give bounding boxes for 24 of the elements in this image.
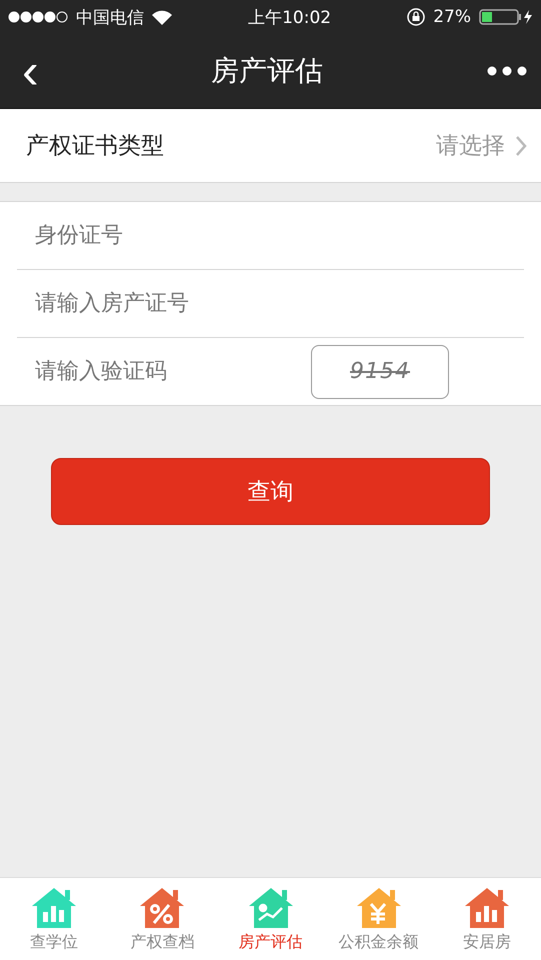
tab-item[interactable]: 查学位 [0,878,108,960]
cert-type-value: 请选择 [436,132,505,161]
tab-item[interactable]: 安居房 [432,878,541,960]
battery-charging-icon [479,9,534,25]
tab-item[interactable]: 产权查档 [108,878,216,960]
tab-item[interactable]: 公积金余额 [324,878,433,960]
battery-percent: 27% [433,7,472,27]
captcha-image[interactable]: 9154 [311,344,449,398]
query-button[interactable]: 查询 [51,458,490,525]
input-field[interactable]: 请输入房产证号 [0,270,541,337]
rotation-lock-icon [407,8,426,26]
captcha-field[interactable]: 请输入验证码 [0,338,311,405]
wifi-icon [152,10,172,24]
back-button[interactable]: ‹ [14,46,47,96]
status-time: 上午10:02 [248,6,332,28]
signal-icon [8,11,68,23]
page-title: 房产评估 [210,53,323,89]
input-field[interactable]: 身份证号 [0,202,541,269]
more-icon[interactable] [487,66,527,76]
cert-type-row[interactable]: 产权证书类型 请选择 [0,109,541,183]
chevron-right-icon [515,134,527,156]
cert-type-label: 产权证书类型 [26,132,164,161]
tab-item[interactable]: 房产评估 [216,878,325,960]
carrier-name: 中国电信 [76,6,144,28]
